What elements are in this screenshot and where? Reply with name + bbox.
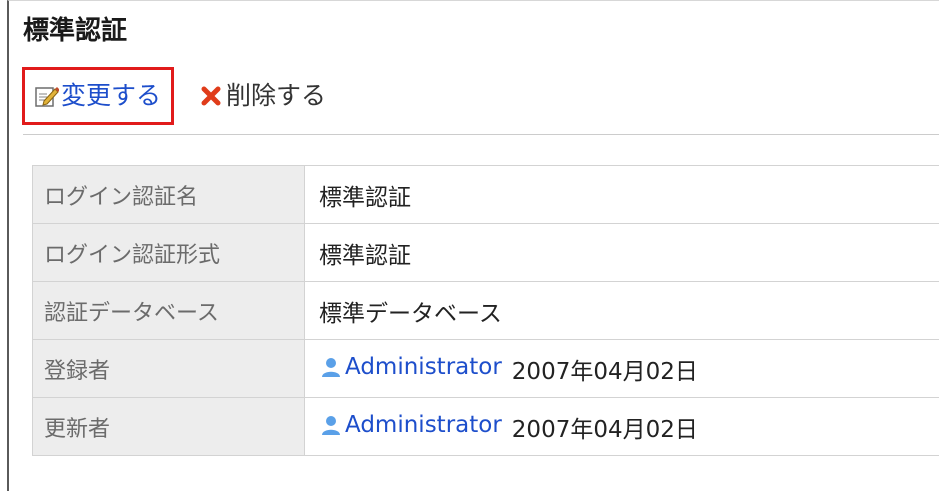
registered-date: 2007年04月02日 xyxy=(511,358,698,385)
row-value-auth-format: 標準認証 xyxy=(304,223,939,282)
updated-by-user-link[interactable]: Administrator xyxy=(319,412,502,438)
row-value-registered-by: Administrator 2007年04月02日 xyxy=(304,339,939,398)
table-row: 認証データベース 標準データベース xyxy=(32,281,939,340)
content-frame: 標準認証 変更する 削除する ログイン認証名 標準認証 ログイン認証形式 標準認… xyxy=(7,0,939,491)
updated-by-user-name: Administrator xyxy=(345,411,502,438)
table-row: ログイン認証形式 標準認証 xyxy=(32,223,939,282)
updated-date: 2007年04月02日 xyxy=(511,416,698,443)
edit-button-label: 変更する xyxy=(61,81,162,110)
delete-button-label: 削除する xyxy=(226,81,327,110)
row-label-auth-format: ログイン認証形式 xyxy=(32,223,305,282)
detail-table: ログイン認証名 標準認証 ログイン認証形式 標準認証 認証データベース 標準デー… xyxy=(32,165,939,456)
table-row: 登録者 Administrator 2007年04月02日 xyxy=(32,339,939,398)
row-label-auth-database: 認証データベース xyxy=(32,281,305,340)
row-value-auth-database: 標準データベース xyxy=(304,281,939,340)
row-label-auth-name: ログイン認証名 xyxy=(32,165,305,224)
user-icon xyxy=(319,355,343,379)
row-label-updated-by: 更新者 xyxy=(32,397,305,456)
registered-by-user-name: Administrator xyxy=(345,353,502,380)
row-label-registered-by: 登録者 xyxy=(32,339,305,398)
delete-x-icon xyxy=(198,83,224,109)
delete-button[interactable]: 削除する xyxy=(198,81,326,111)
table-row: 更新者 Administrator 2007年04月02日 xyxy=(32,397,939,456)
page-title: 標準認証 xyxy=(23,16,128,46)
toolbar: 変更する 削除する xyxy=(22,64,326,128)
edit-icon xyxy=(33,83,59,109)
row-value-updated-by: Administrator 2007年04月02日 xyxy=(304,397,939,456)
row-value-auth-name: 標準認証 xyxy=(304,165,939,224)
toolbar-divider xyxy=(23,134,939,135)
table-row: ログイン認証名 標準認証 xyxy=(32,165,939,224)
registered-by-user-link[interactable]: Administrator xyxy=(319,354,502,380)
user-icon xyxy=(319,413,343,437)
edit-button[interactable]: 変更する xyxy=(22,67,175,125)
